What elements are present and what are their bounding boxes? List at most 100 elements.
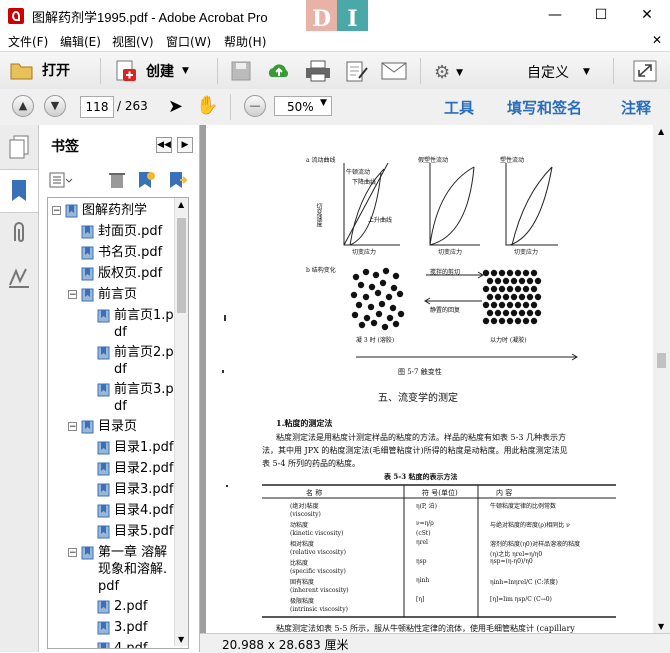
table-cell: 固有粘度 <box>290 579 315 586</box>
table-cell: 与绝对粘度的密度(ρ)相同比 ν <box>490 522 570 529</box>
bookmark-icon <box>97 504 110 518</box>
bookmark-item[interactable]: 前言页2.pdf <box>114 344 175 378</box>
bookmark-item[interactable]: 2.pdf <box>114 598 175 615</box>
select-cursor-icon[interactable]: ➤ <box>168 96 183 117</box>
separator <box>230 94 231 120</box>
delete-icon[interactable] <box>109 171 125 189</box>
bookmark-scrollbar[interactable]: ▲ ▼ <box>174 198 188 646</box>
save-icon[interactable] <box>230 61 252 81</box>
menu-window[interactable]: 窗口(W) <box>166 33 211 50</box>
bookmarks-tab[interactable] <box>0 169 38 213</box>
fig-label-up: 上升曲线 <box>368 217 393 224</box>
bookmark-item[interactable]: 目录1.pdf <box>114 439 175 456</box>
table-cell: [η]=lim ηsp/C (C→0) <box>490 596 552 603</box>
settings-button[interactable]: ⚙ ▼ <box>434 62 463 83</box>
bookmark-item[interactable]: 前言页3.pdf <box>114 381 175 415</box>
table-cell: 溶剂的粘度(η0)对样品溶液的粘度 <box>490 541 581 548</box>
bookmark-item[interactable]: 第一章 溶解现象和溶解.pdf <box>98 544 175 595</box>
panel-title: 书签 <box>51 139 79 155</box>
folder-icon <box>10 63 33 80</box>
minimize-button[interactable]: — <box>532 0 578 31</box>
fig-xlabel-1: 切变应力 <box>352 249 377 256</box>
edit-document-icon[interactable] <box>345 60 369 82</box>
tools-link[interactable]: 工具 <box>444 97 474 118</box>
bookmark-icon <box>97 483 110 497</box>
page-thumbnails-icon[interactable] <box>8 135 30 159</box>
hand-tool-icon[interactable]: ✋ <box>196 95 218 116</box>
bookmark-scrollbar-thumb[interactable] <box>177 218 186 313</box>
page-size: 20.988 x 28.683 厘米 <box>222 638 349 652</box>
open-button[interactable]: 打开 <box>10 59 70 81</box>
fig-label-a: a 流动曲线 <box>306 157 336 164</box>
bookmark-item[interactable]: 前言页1.pdf <box>114 307 175 341</box>
create-pdf-icon <box>116 60 136 81</box>
bookmark-icon <box>97 309 110 323</box>
customize-dropdown-icon: ▼ <box>583 67 590 77</box>
bookmark-icon <box>97 346 110 360</box>
page-number-input[interactable]: 118 <box>80 96 114 118</box>
create-button[interactable]: 创建 ▼ <box>114 59 189 83</box>
bookmark-expander[interactable]: − <box>52 206 61 216</box>
menu-edit[interactable]: 编辑(E) <box>60 33 101 50</box>
paragraph-line: 法，其中用 JPX 的粘度测定法(毛细管粘度计)所得的粘度是动粘度。用此粘度测定… <box>262 446 568 455</box>
bookmark-expander[interactable]: − <box>68 290 77 300</box>
expand-icon[interactable] <box>633 60 657 82</box>
upload-cloud-icon[interactable] <box>266 60 292 82</box>
menu-view[interactable]: 视图(V) <box>112 33 154 50</box>
bookmark-item[interactable]: 图解药剂学 <box>82 202 175 219</box>
bookmarks-panel: 书签 ◀◀ ▶ ▲ ▼ − 图解药剂学封面页.pdf 书名页.pdf 版权页.pdf −… <box>39 125 200 652</box>
bookmark-item[interactable]: 目录5.pdf <box>114 523 175 540</box>
bookmark-icon <box>97 525 110 539</box>
table-header: 内 容 <box>496 489 513 497</box>
print-icon[interactable] <box>305 60 331 82</box>
expand-panel-icon[interactable]: ▶ <box>177 137 193 153</box>
collapse-panel-icon[interactable]: ◀◀ <box>156 137 172 153</box>
bookmark-item[interactable]: 目录4.pdf <box>114 502 175 519</box>
bookmark-item[interactable]: 目录页 <box>98 418 175 435</box>
menu-help[interactable]: 帮助(H) <box>224 33 266 50</box>
signature-icon[interactable] <box>8 265 30 289</box>
gear-icon: ⚙ <box>434 62 451 83</box>
new-bookmark-icon[interactable] <box>136 170 156 190</box>
expand-bookmark-icon[interactable] <box>167 170 189 190</box>
zoom-out-button[interactable]: — <box>244 95 266 117</box>
close-document-icon[interactable]: ✕ <box>652 33 662 47</box>
comment-link[interactable]: 注释 <box>621 97 651 118</box>
prev-page-button[interactable]: ▲ <box>12 95 34 117</box>
document-scrollbar-thumb[interactable] <box>657 353 666 368</box>
zoom-dropdown-icon[interactable]: ▼ <box>320 98 327 108</box>
customize-button[interactable]: 自定义 ▼ <box>527 62 590 82</box>
table-cell: (inherent viscosity) <box>290 586 349 594</box>
table-cell: (η)之比 ηrel=η/η0 <box>490 550 543 558</box>
window-title: 图解药剂学1995.pdf - Adobe Acrobat Pro <box>32 10 268 25</box>
table-cell: η(P, 泊) <box>416 503 437 510</box>
fill-sign-link[interactable]: 填写和签名 <box>507 97 582 118</box>
bookmark-expander[interactable]: − <box>68 422 77 432</box>
fig-label-newton: 牛顿流动 <box>346 169 371 176</box>
maximize-button[interactable]: ☐ <box>578 0 624 31</box>
close-button[interactable]: ✕ <box>624 0 670 31</box>
page-count: / 263 <box>117 99 148 113</box>
bookmark-item[interactable]: 书名页.pdf <box>98 244 175 261</box>
bookmark-item[interactable]: 3.pdf <box>114 619 175 636</box>
paperclip-icon[interactable] <box>8 221 30 245</box>
panel-header: 书签 ◀◀ ▶ <box>39 125 199 163</box>
fig-arrow-label-1: 搅拌的剪切 <box>430 269 461 276</box>
email-icon[interactable] <box>381 62 407 80</box>
bookmark-item[interactable]: 目录2.pdf <box>114 460 175 477</box>
document-scrollbar[interactable]: ▲ ▼ <box>653 125 670 633</box>
bookmark-item[interactable]: 目录3.pdf <box>114 481 175 498</box>
bookmark-expander[interactable]: − <box>68 548 77 558</box>
bookmark-item[interactable]: 版权页.pdf <box>98 265 175 282</box>
pdf-page: a 流动曲线 牛顿流动 下降曲线 上升曲线 切变速度 切变应力 切变应力 切变应… <box>206 125 656 633</box>
bookmark-icon <box>81 546 94 560</box>
next-page-button[interactable]: ▼ <box>44 95 66 117</box>
options-menu-icon[interactable] <box>49 171 73 189</box>
bookmark-item[interactable]: 前言页 <box>98 286 175 303</box>
bookmark-item[interactable]: 封面页.pdf <box>98 223 175 240</box>
fig-ylabel: 切变速度 <box>315 203 322 227</box>
main-toolbar: 打开 创建 ▼ ⚙ ▼ 自定义 ▼ <box>0 51 670 91</box>
bookmark-tree: ▲ ▼ − 图解药剂学封面页.pdf 书名页.pdf 版权页.pdf − 前言页前言页1.… <box>47 197 189 649</box>
bookmark-item[interactable]: 4.pdf <box>114 640 175 648</box>
menu-file[interactable]: 文件(F) <box>8 33 48 50</box>
